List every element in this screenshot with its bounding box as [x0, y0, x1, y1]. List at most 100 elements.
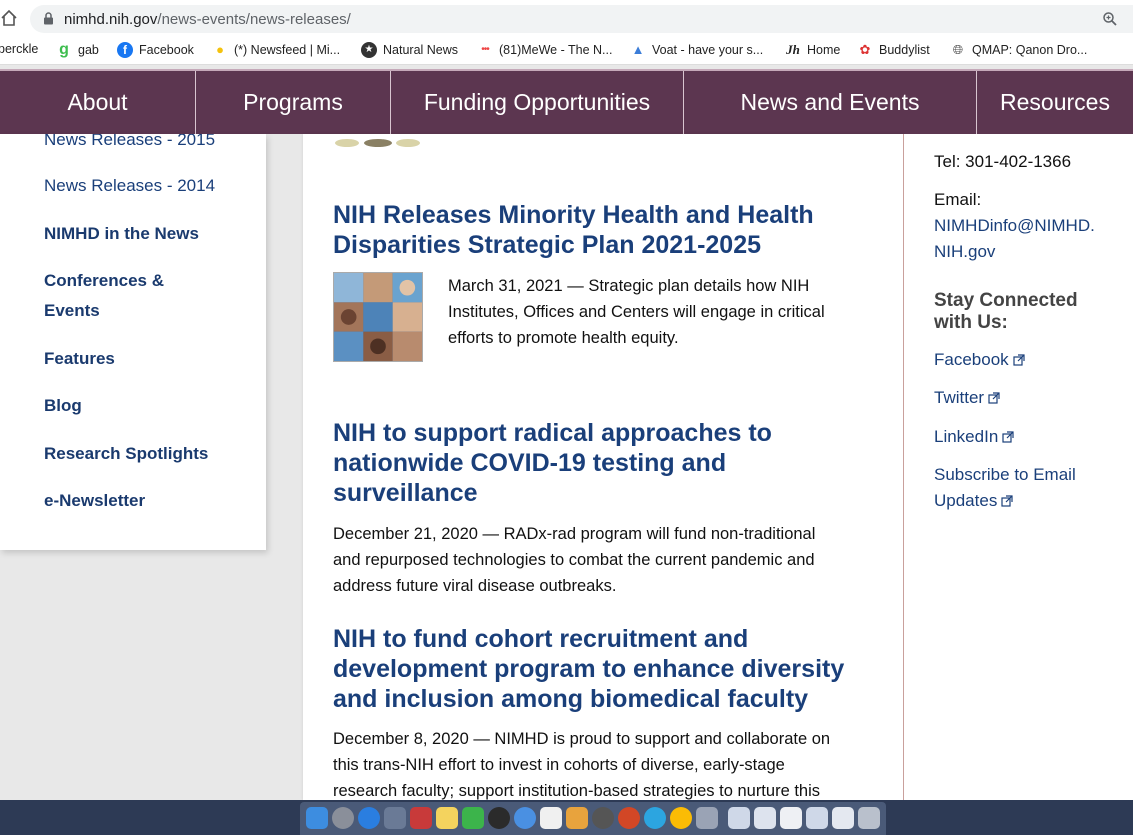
mewe-icon: •••	[481, 44, 490, 55]
title-line: NIH to fund cohort recruitment and	[333, 625, 749, 653]
sidebar-item-conferences[interactable]: Conferences & Events	[44, 266, 164, 326]
chrome-icon[interactable]	[670, 807, 692, 829]
document-icon[interactable]	[780, 807, 802, 829]
natural-news-icon: ★	[361, 42, 377, 58]
nav-about[interactable]: About	[0, 71, 196, 134]
title-line: surveillance	[333, 479, 478, 507]
title-line: Disparities Strategic Plan 2021-2025	[333, 231, 762, 259]
url-domain: nimhd.nih.gov	[64, 11, 158, 28]
bookmark-newsfeed[interactable]: ● (*) Newsfeed | Mi...	[212, 42, 340, 58]
bookmark-perckle[interactable]: perckle	[0, 42, 38, 56]
nav-programs[interactable]: Programs	[196, 71, 391, 134]
bookmark-label: Facebook	[139, 43, 194, 57]
address-bar[interactable]: nimhd.nih.gov/news-events/news-releases/	[30, 5, 1133, 33]
summary-line: December 8, 2020 — NIMHD is proud to sup…	[333, 730, 831, 748]
jh-icon: Jh	[786, 42, 800, 57]
home-icon[interactable]	[0, 9, 18, 27]
bookmark-label: Home	[807, 43, 841, 57]
calendar-icon[interactable]	[410, 807, 432, 829]
preview-icon[interactable]	[696, 807, 718, 829]
notes-icon[interactable]	[436, 807, 458, 829]
bookmark-voat[interactable]: ▲ Voat - have your s...	[630, 42, 764, 58]
heading-line: Stay Connected	[934, 290, 1078, 311]
heading-line: with Us:	[934, 312, 1008, 333]
lightbulb-icon: ●	[216, 42, 224, 57]
news-list: NIH Releases Minority Health and Health …	[303, 134, 903, 800]
title-line: NIH to support radical approaches to	[333, 419, 772, 447]
window-thumbnail-icon[interactable]	[754, 807, 776, 829]
social-link-facebook[interactable]: Facebook	[934, 347, 1025, 373]
url-text: nimhd.nih.gov/news-events/news-releases/	[64, 11, 351, 28]
launchpad-icon[interactable]	[332, 807, 354, 829]
nav-funding-opportunities[interactable]: Funding Opportunities	[391, 71, 684, 134]
bookmark-buddylist[interactable]: ✿ Buddylist	[857, 42, 930, 58]
contact-email-link[interactable]: NIMHDinfo@NIMHD. NIH.gov	[934, 213, 1095, 265]
powerpoint-icon[interactable]	[618, 807, 640, 829]
bookmark-mewe[interactable]: ••• (81)MeWe - The N...	[477, 42, 612, 58]
summary-line: December 21, 2020 — RADx-rad program wil…	[333, 525, 816, 543]
lock-icon	[44, 12, 53, 25]
buddylist-icon: ✿	[859, 42, 871, 57]
sidebar-item-research-spotlights[interactable]: Research Spotlights	[44, 439, 208, 469]
pages-icon[interactable]	[566, 807, 588, 829]
sidebar-item-news-releases-2015[interactable]: News Releases - 2015	[44, 134, 215, 155]
social-link-linkedin[interactable]: LinkedIn	[934, 424, 1014, 450]
article-title-covid-testing[interactable]: NIH to support radical approaches to nat…	[333, 418, 883, 508]
facebook-icon: f	[117, 42, 133, 58]
bookmark-home[interactable]: Jh Home	[785, 42, 840, 58]
email-line: NIH.gov	[934, 242, 996, 261]
dock-tray	[300, 802, 886, 835]
external-link-icon	[1013, 354, 1025, 366]
window-thumbnail-icon[interactable]	[832, 807, 854, 829]
external-link-icon	[1002, 431, 1014, 443]
sidebar-item-blog[interactable]: Blog	[44, 391, 82, 421]
article-thumbnail[interactable]	[333, 272, 423, 362]
article-summary: December 8, 2020 — NIMHD is proud to sup…	[333, 726, 893, 800]
stay-connected-heading: Stay Connected with Us:	[934, 290, 1124, 334]
safari-icon[interactable]	[358, 807, 380, 829]
bookmark-label: (*) Newsfeed | Mi...	[234, 43, 341, 57]
external-link-icon	[988, 392, 1000, 404]
sidebar-item-label: Conferences &	[44, 271, 164, 290]
summary-line: this trans-NIH effort to invest in cohor…	[333, 756, 785, 774]
bookmark-label: perckle	[0, 42, 39, 56]
system-preferences-icon[interactable]	[592, 807, 614, 829]
quicktime-icon[interactable]	[488, 807, 510, 829]
telegram-icon[interactable]	[644, 807, 666, 829]
bookmark-facebook[interactable]: f Facebook	[117, 42, 194, 58]
finder-icon[interactable]	[306, 807, 328, 829]
bookmarks-bar: perckle g gab f Facebook ● (*) Newsfeed | M…	[0, 38, 1133, 65]
link-line-2: Updates	[934, 488, 1076, 514]
nav-resources[interactable]: Resources	[977, 71, 1133, 134]
messages-icon[interactable]	[462, 807, 484, 829]
sidebar-item-label: Events	[44, 301, 100, 320]
chat-icon[interactable]	[514, 807, 536, 829]
zoom-icon[interactable]	[1102, 11, 1118, 27]
bookmark-gab[interactable]: g gab	[56, 42, 99, 58]
sidebar-item-nimhd-in-the-news[interactable]: NIMHD in the News	[44, 219, 199, 249]
url-path: /news-events/news-releases/	[157, 11, 351, 28]
trash-icon[interactable]	[858, 807, 880, 829]
summary-line: and repurposed technologies to combat th…	[333, 551, 815, 569]
social-link-twitter[interactable]: Twitter	[934, 385, 1000, 411]
nav-news-and-events[interactable]: News and Events	[684, 71, 977, 134]
bookmark-qmap[interactable]: 🌐︎ QMAP: Qanon Dro...	[950, 42, 1088, 58]
main-nav: About Programs Funding Opportunities New…	[0, 69, 1133, 134]
bookmark-label: (81)MeWe - The N...	[499, 43, 613, 57]
title-line: and inclusion among biomedical faculty	[333, 685, 809, 713]
sidebar-item-features[interactable]: Features	[44, 344, 115, 374]
bookmark-label: gab	[78, 43, 99, 57]
cropped-image	[333, 134, 423, 147]
window-thumbnail-icon[interactable]	[806, 807, 828, 829]
sidebar-item-e-newsletter[interactable]: e-Newsletter	[44, 486, 145, 516]
bookmark-natural-news[interactable]: ★ Natural News	[361, 42, 458, 58]
subscribe-email-link[interactable]: Subscribe to Email Updates	[934, 462, 1076, 514]
sidebar-item-news-releases-2014[interactable]: News Releases - 2014	[44, 171, 215, 201]
article-title-cohort-recruitment[interactable]: NIH to fund cohort recruitment and devel…	[333, 624, 898, 714]
article-title-strategic-plan[interactable]: NIH Releases Minority Health and Health …	[333, 200, 883, 260]
bookmark-label: QMAP: Qanon Dro...	[972, 43, 1088, 57]
screenshot-icon[interactable]	[728, 807, 750, 829]
textedit-icon[interactable]	[540, 807, 562, 829]
title-line: nationwide COVID-19 testing and	[333, 449, 727, 477]
help-icon[interactable]	[384, 807, 406, 829]
